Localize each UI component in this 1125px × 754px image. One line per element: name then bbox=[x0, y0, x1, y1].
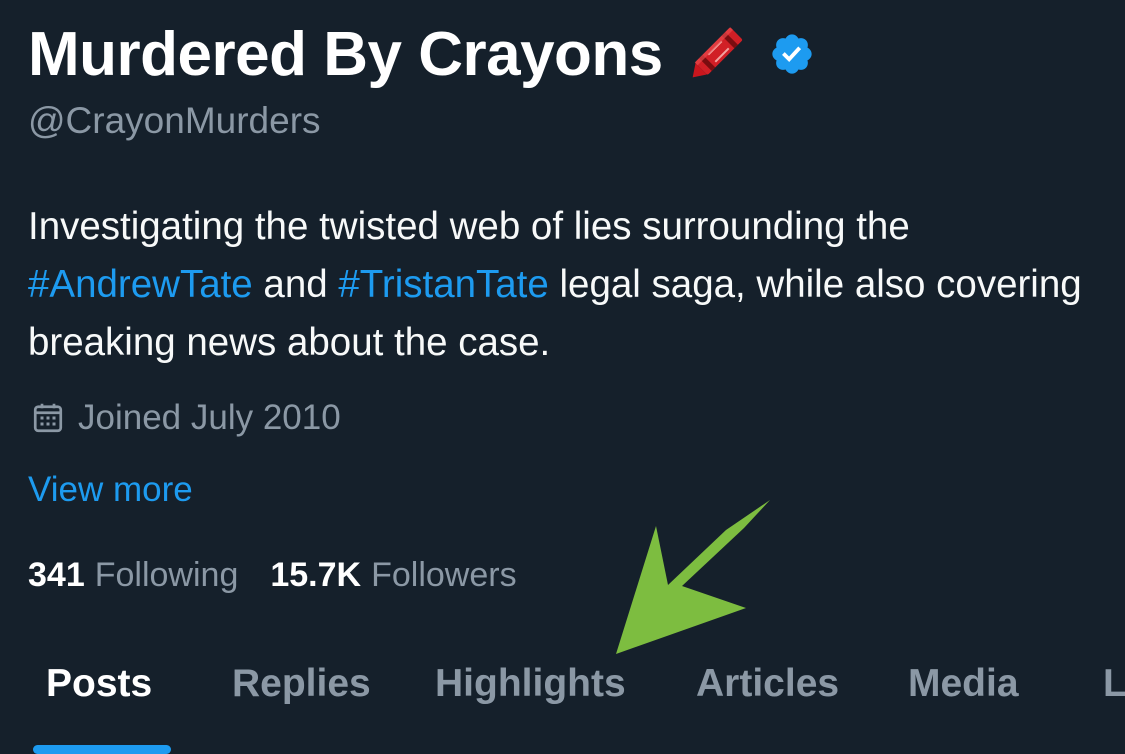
bio-text: and bbox=[252, 263, 339, 306]
bio-text: Investigating the twisted web of lies su… bbox=[28, 205, 910, 248]
green-arrow-annotation bbox=[616, 500, 770, 654]
crayon-icon bbox=[677, 15, 755, 93]
followers-count: 15.7K bbox=[270, 556, 362, 594]
tab-highlights[interactable]: Highlights bbox=[435, 662, 626, 706]
profile-display-name: Murdered By Crayons bbox=[28, 19, 663, 89]
tab-replies[interactable]: Replies bbox=[232, 662, 371, 706]
verified-badge-icon[interactable] bbox=[769, 31, 815, 77]
tab-likes[interactable]: L bbox=[1103, 662, 1125, 706]
tab-posts[interactable]: Posts bbox=[46, 662, 152, 706]
follow-stats: 341 Following 15.7K Followers bbox=[28, 556, 517, 595]
profile-name-row: Murdered By Crayons bbox=[28, 14, 815, 94]
view-more-link[interactable]: View more bbox=[28, 470, 193, 510]
following-stat-link[interactable]: 341 Following bbox=[28, 556, 238, 595]
hashtag-link-andrewtate[interactable]: #AndrewTate bbox=[28, 263, 253, 306]
joined-date-row: Joined July 2010 bbox=[30, 392, 341, 444]
following-count: 341 bbox=[28, 556, 85, 594]
calendar-icon bbox=[30, 400, 66, 436]
tab-media[interactable]: Media bbox=[908, 662, 1019, 706]
profile-page: Murdered By Crayons @CrayonMurders Inves… bbox=[0, 0, 1125, 754]
hashtag-link-tristantate[interactable]: #TristanTate bbox=[338, 263, 548, 306]
followers-label: Followers bbox=[371, 556, 517, 594]
active-tab-indicator bbox=[33, 745, 171, 754]
tab-articles[interactable]: Articles bbox=[696, 662, 839, 706]
followers-stat-link[interactable]: 15.7K Followers bbox=[270, 556, 516, 595]
profile-tab-bar: Posts Replies Highlights Articles Media … bbox=[0, 640, 1125, 754]
joined-date-text: Joined July 2010 bbox=[78, 398, 341, 437]
profile-handle: @CrayonMurders bbox=[28, 100, 321, 141]
profile-bio: Investigating the twisted web of lies su… bbox=[28, 198, 1088, 372]
following-label: Following bbox=[94, 556, 239, 594]
